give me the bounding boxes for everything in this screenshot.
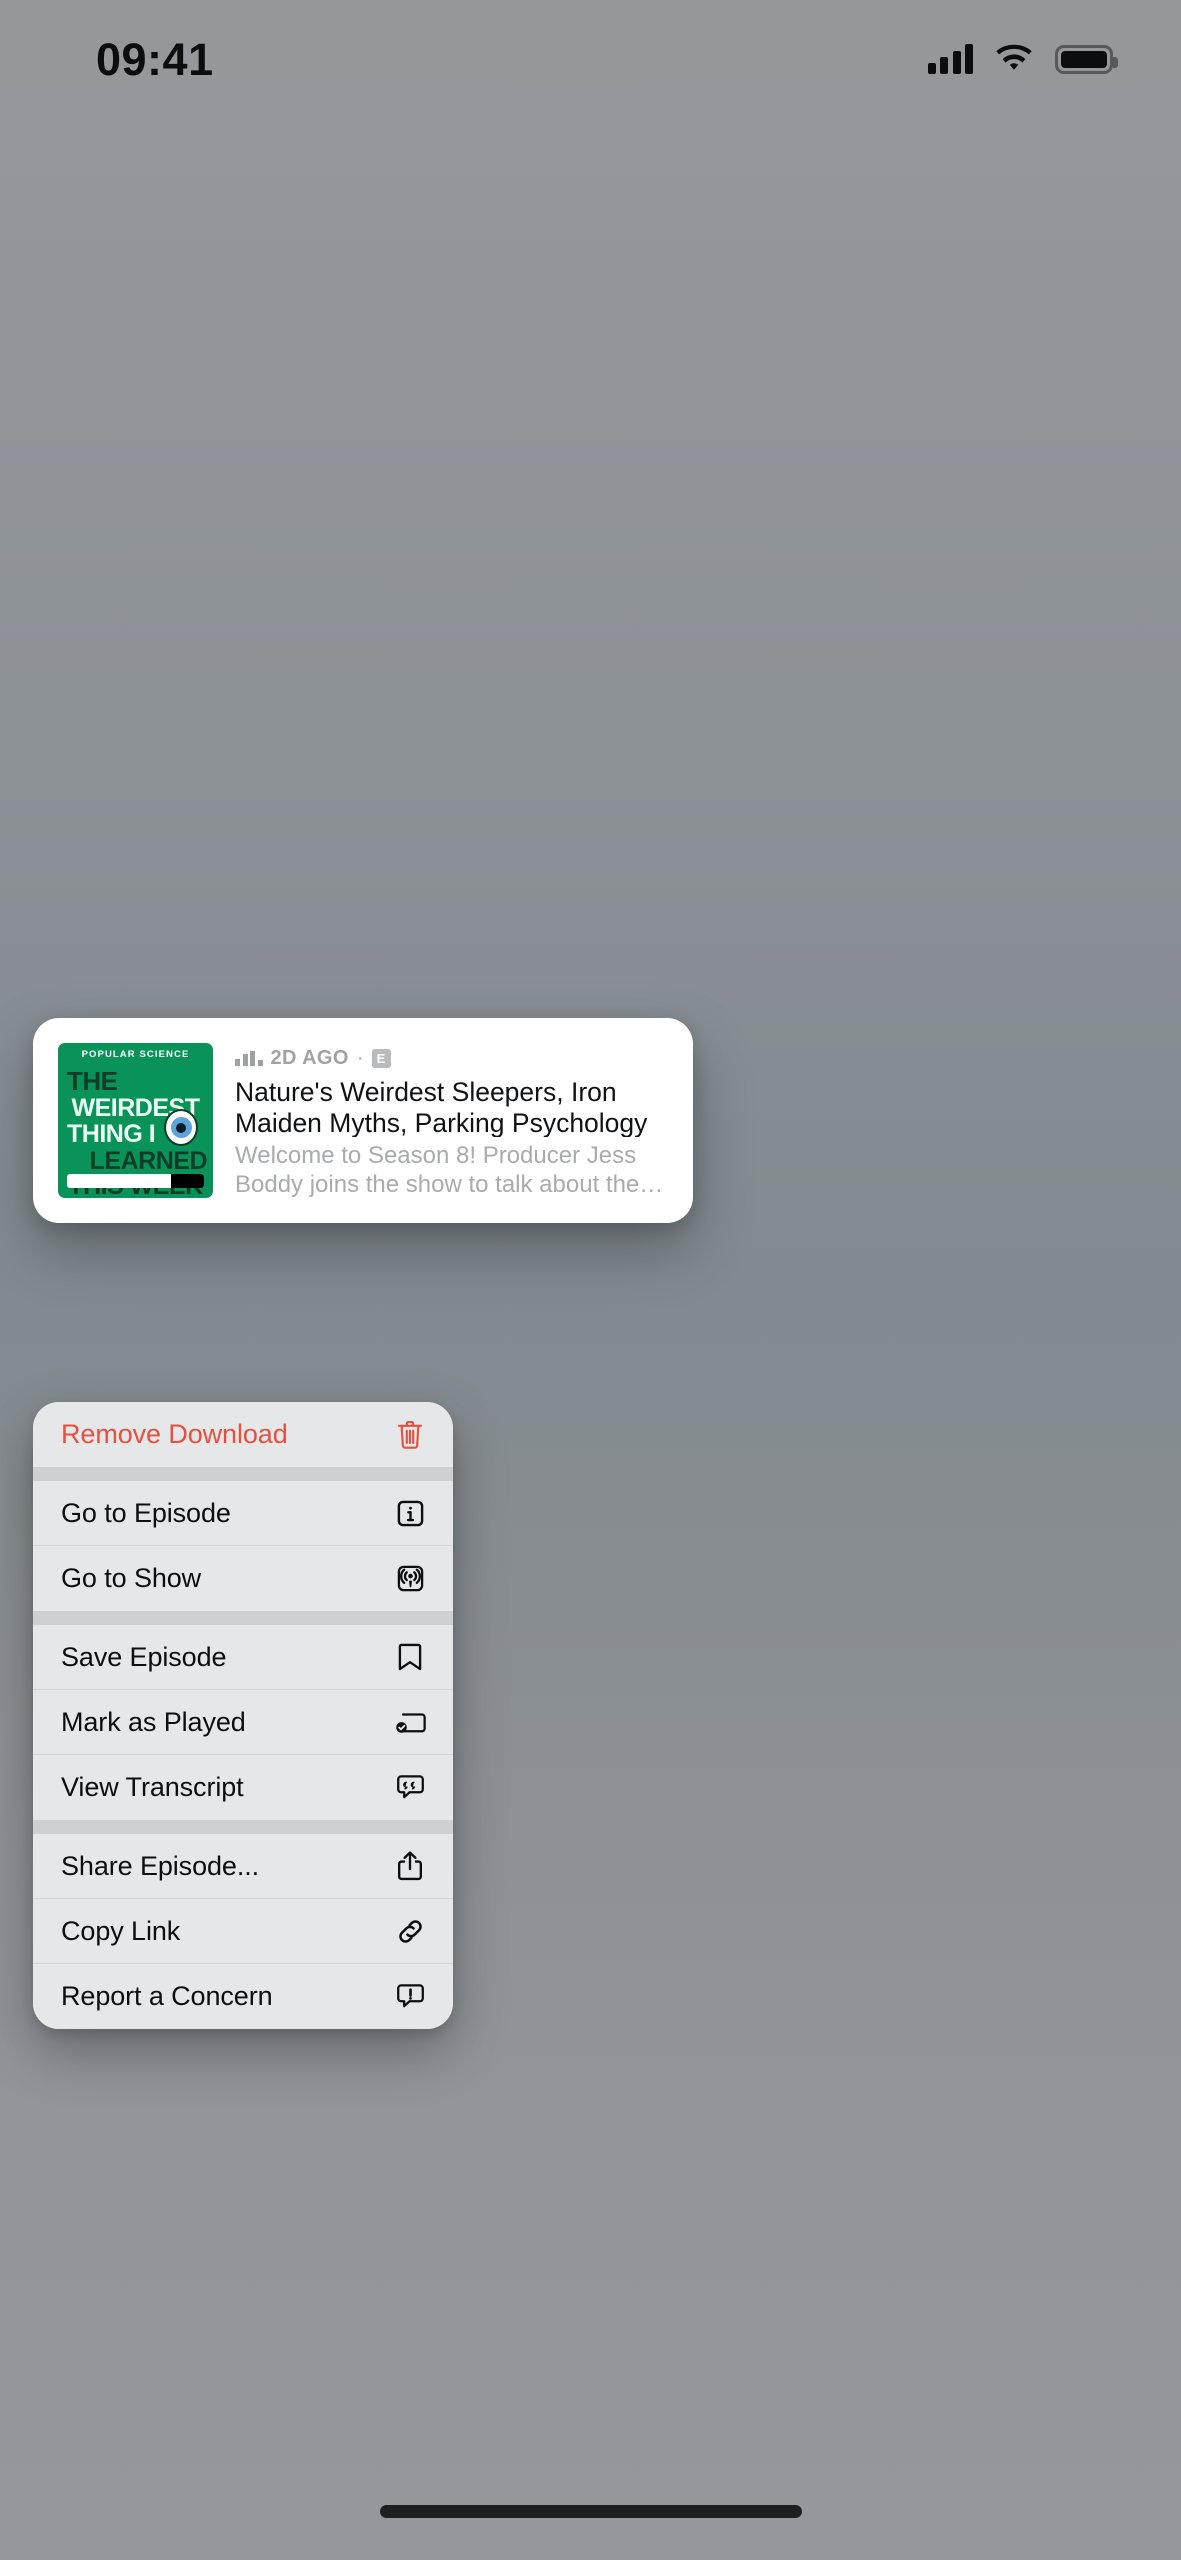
menu-item-remove-download[interactable]: Remove Download	[33, 1402, 453, 1467]
menu-section-separator	[33, 1820, 453, 1834]
download-progress-bar	[67, 1174, 204, 1188]
menu-item-label: Save Episode	[61, 1641, 227, 1672]
context-menu[interactable]: Remove Download Go to Episode Go to Show Sa…	[33, 1402, 453, 2029]
menu-item-label: Go to Show	[61, 1563, 202, 1593]
info-square-icon	[393, 1496, 427, 1530]
menu-item-label: Copy Link	[61, 1915, 181, 1946]
menu-item-label: Mark as Played	[61, 1706, 246, 1737]
menu-item-copy-link[interactable]: Copy Link	[33, 1899, 453, 1964]
artwork-line-1: THE	[67, 1065, 118, 1096]
menu-item-label: Go to Episode	[61, 1497, 231, 1528]
episode-description: Welcome to Season 8! Producer Jess Boddy…	[235, 1142, 640, 1198]
menu-section-separator	[33, 1611, 453, 1625]
episode-title: Nature's Weirdest Sleepers, Iron Maiden …	[235, 1077, 648, 1138]
menu-item-report-a-concern[interactable]: Report a Concern	[33, 1964, 453, 2029]
episode-preview-card[interactable]: POPULAR SCIENCE THE WEIRDEST THING I LEA…	[33, 1018, 693, 1223]
wifi-icon	[995, 44, 1033, 74]
menu-item-go-to-show[interactable]: Go to Show	[33, 1546, 453, 1611]
meta-separator: ·	[356, 1047, 364, 1070]
share-icon	[393, 1849, 427, 1883]
menu-item-label: Remove Download	[61, 1419, 288, 1449]
menu-item-label: Share Episode...	[61, 1850, 260, 1881]
episode-meta: 2D AGO · E Nature's Weirdest Sleepers, I…	[235, 1043, 671, 1198]
artwork-line-4: LEARNED	[89, 1146, 208, 1175]
episode-date: 2D AGO	[270, 1047, 349, 1070]
podcast-artwork: POPULAR SCIENCE THE WEIRDEST THING I LEA…	[58, 1043, 213, 1198]
status-bar-time: 09:41	[96, 34, 214, 85]
menu-group: Go to Episode Go to Show	[33, 1481, 453, 1611]
menu-item-label: View Transcript	[61, 1772, 244, 1802]
menu-group: Save Episode Mark as Played View Transcrip…	[33, 1625, 453, 1820]
bookmark-icon	[393, 1640, 427, 1674]
explicit-badge: E	[371, 1049, 391, 1069]
menu-item-share-episode[interactable]: Share Episode...	[33, 1834, 453, 1899]
eyeball-icon	[164, 1109, 198, 1146]
menu-item-save-episode[interactable]: Save Episode	[33, 1625, 453, 1690]
artwork-brand-label: POPULAR SCIENCE	[81, 1049, 190, 1060]
menu-item-view-transcript[interactable]: View Transcript	[33, 1755, 453, 1820]
status-bar: 09:41	[0, 0, 1181, 110]
menu-group: Remove Download	[33, 1402, 453, 1467]
menu-section-separator	[33, 1467, 453, 1481]
cellular-signal-icon	[927, 44, 973, 74]
podcast-square-icon	[393, 1562, 427, 1596]
link-icon	[393, 1914, 427, 1948]
battery-icon	[1055, 44, 1118, 74]
rectangle-check-icon	[393, 1705, 427, 1739]
menu-item-mark-as-played[interactable]: Mark as Played	[33, 1690, 453, 1755]
quote-bubble-icon	[393, 1771, 427, 1805]
trash-icon	[393, 1418, 427, 1452]
home-indicator	[379, 2505, 802, 2518]
menu-group: Share Episode... Copy Link Report a Concer…	[33, 1834, 453, 2029]
equalizer-bars-icon	[235, 1051, 263, 1067]
status-bar-indicators	[927, 36, 1118, 74]
menu-item-label: Report a Concern	[61, 1981, 273, 2011]
exclamation-bubble-icon	[393, 1980, 427, 2014]
episode-meta-row: 2D AGO · E	[235, 1046, 671, 1071]
menu-item-go-to-episode[interactable]: Go to Episode	[33, 1481, 453, 1546]
